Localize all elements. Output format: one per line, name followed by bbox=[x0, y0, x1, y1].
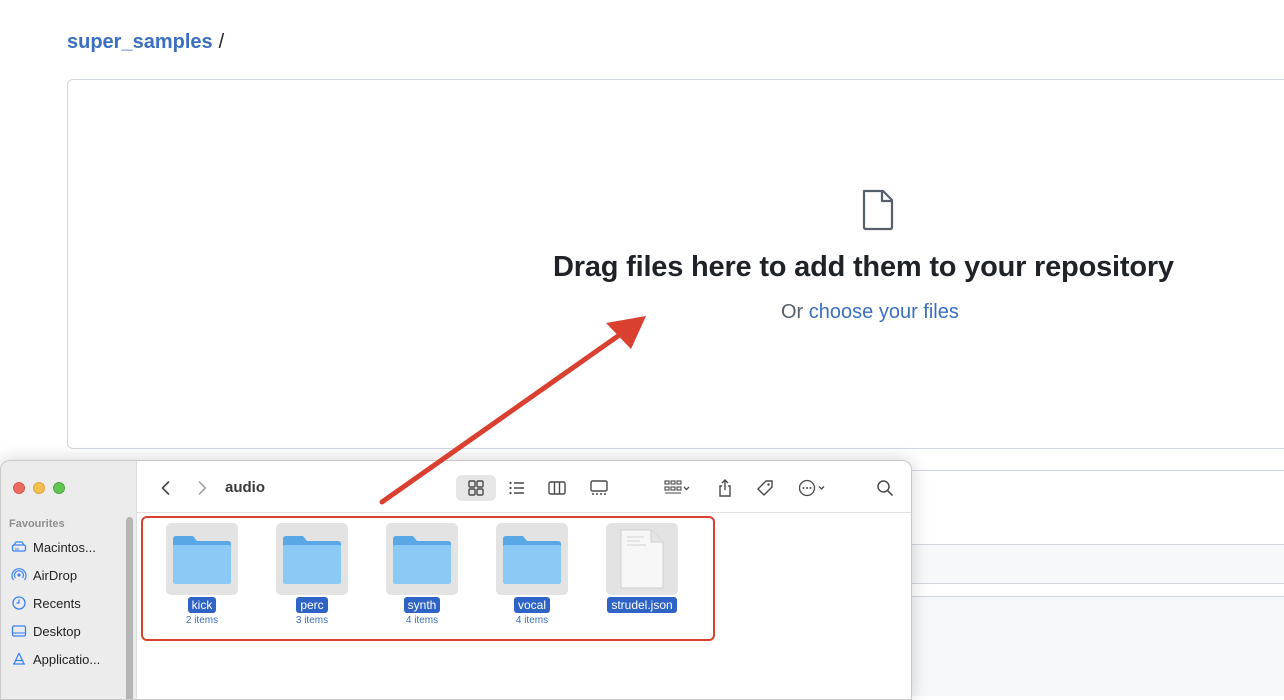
item-count: 2 items bbox=[185, 615, 219, 626]
applications-icon bbox=[13, 652, 25, 665]
favourites-heading: Favourites bbox=[9, 518, 65, 530]
zoom-window-button[interactable] bbox=[53, 482, 65, 494]
item-count: 4 items bbox=[405, 615, 439, 626]
list-icon bbox=[509, 481, 524, 495]
folder-icon bbox=[503, 536, 561, 584]
item-name: synth bbox=[403, 597, 441, 613]
airdrop-icon bbox=[11, 568, 27, 581]
folder-title: audio bbox=[225, 479, 265, 496]
column-view-button[interactable] bbox=[545, 475, 569, 501]
folder-thumbnail bbox=[386, 523, 458, 595]
finder-window: Favourites Macintos... AirDrop Recents D… bbox=[0, 460, 912, 700]
item-name: strudel.json bbox=[607, 597, 677, 613]
search-button[interactable] bbox=[873, 475, 897, 501]
clock-icon bbox=[12, 596, 26, 610]
folder-thumbnail bbox=[276, 523, 348, 595]
repo-link[interactable]: super_samples bbox=[67, 31, 213, 53]
item-count: 4 items bbox=[515, 615, 549, 626]
list-view-button[interactable] bbox=[505, 475, 529, 501]
dropzone-subtitle-prefix: Or bbox=[781, 301, 804, 323]
item-name: kick bbox=[187, 597, 217, 613]
chevron-right-icon bbox=[198, 481, 207, 495]
sidebar-item-applications[interactable]: Applicatio... bbox=[11, 649, 100, 669]
breadcrumb: super_samples / bbox=[67, 31, 224, 54]
sidebar-item-desktop[interactable]: Desktop bbox=[11, 621, 81, 641]
commit-panel bbox=[895, 470, 1284, 600]
dropzone-title: Drag files here to add them to your repo… bbox=[553, 251, 1174, 283]
sidebar-item-label: Applicatio... bbox=[33, 651, 101, 667]
folder-icon bbox=[173, 536, 231, 584]
sidebar-item-label: Macintos... bbox=[33, 539, 96, 555]
folder-icon bbox=[393, 536, 451, 584]
search-icon bbox=[877, 480, 893, 496]
desktop-icon bbox=[11, 625, 27, 637]
sidebar-scrollbar[interactable] bbox=[126, 517, 133, 699]
share-button[interactable] bbox=[713, 475, 737, 501]
item-name: perc bbox=[296, 597, 328, 613]
group-by-button[interactable] bbox=[657, 475, 697, 501]
share-icon bbox=[719, 479, 731, 497]
minimize-window-button[interactable] bbox=[33, 482, 45, 494]
choose-files-link[interactable]: choose your files bbox=[809, 301, 959, 323]
sidebar-item-label: AirDrop bbox=[33, 567, 78, 583]
sidebar-item-recents[interactable]: Recents bbox=[11, 593, 81, 613]
commit-panel-footer bbox=[895, 596, 1284, 696]
gallery-view-button[interactable] bbox=[587, 475, 611, 501]
grid-icon bbox=[468, 480, 484, 496]
file-item-perc[interactable]: perc 3 items bbox=[262, 523, 362, 626]
hard-drive-icon bbox=[11, 541, 27, 552]
tag-button[interactable] bbox=[753, 475, 777, 501]
more-actions-button[interactable] bbox=[793, 475, 833, 501]
group-grid-icon bbox=[664, 480, 690, 494]
file-thumbnail bbox=[606, 523, 678, 595]
item-count: 3 items bbox=[295, 615, 329, 626]
finder-content: kick 2 items perc 3 items synth 4 items … bbox=[137, 513, 911, 699]
file-item-synth[interactable]: synth 4 items bbox=[372, 523, 472, 626]
icon-view-button[interactable] bbox=[456, 475, 496, 501]
file-item-vocal[interactable]: vocal 4 items bbox=[482, 523, 582, 626]
file-item-kick[interactable]: kick 2 items bbox=[152, 523, 252, 626]
ellipsis-circle-icon bbox=[798, 479, 825, 497]
gallery-icon bbox=[590, 480, 608, 495]
sidebar-item-label: Recents bbox=[33, 595, 81, 611]
folder-thumbnail bbox=[496, 523, 568, 595]
upload-dropzone[interactable]: Drag files here to add them to your repo… bbox=[67, 79, 1284, 449]
finder-sidebar: Favourites Macintos... AirDrop Recents D… bbox=[1, 461, 137, 699]
file-icon bbox=[862, 189, 894, 231]
dropzone-subtitle: Or choose your files bbox=[781, 301, 959, 324]
commit-panel-band bbox=[896, 544, 1284, 584]
sidebar-item-macintosh[interactable]: Macintos... bbox=[11, 537, 96, 557]
document-icon bbox=[620, 529, 664, 589]
sidebar-item-label: Desktop bbox=[33, 623, 81, 639]
chevron-left-icon bbox=[161, 481, 170, 495]
item-name: vocal bbox=[513, 597, 550, 613]
forward-button[interactable] bbox=[191, 475, 213, 501]
tag-icon bbox=[757, 480, 773, 496]
folder-thumbnail bbox=[166, 523, 238, 595]
close-window-button[interactable] bbox=[13, 482, 25, 494]
breadcrumb-separator: / bbox=[218, 31, 225, 53]
back-button[interactable] bbox=[155, 475, 177, 501]
folder-icon bbox=[283, 536, 341, 584]
columns-icon bbox=[548, 481, 566, 495]
file-item-strudel-json[interactable]: strudel.json bbox=[592, 523, 692, 614]
finder-toolbar: audio bbox=[137, 461, 911, 513]
sidebar-item-airdrop[interactable]: AirDrop bbox=[11, 565, 77, 585]
